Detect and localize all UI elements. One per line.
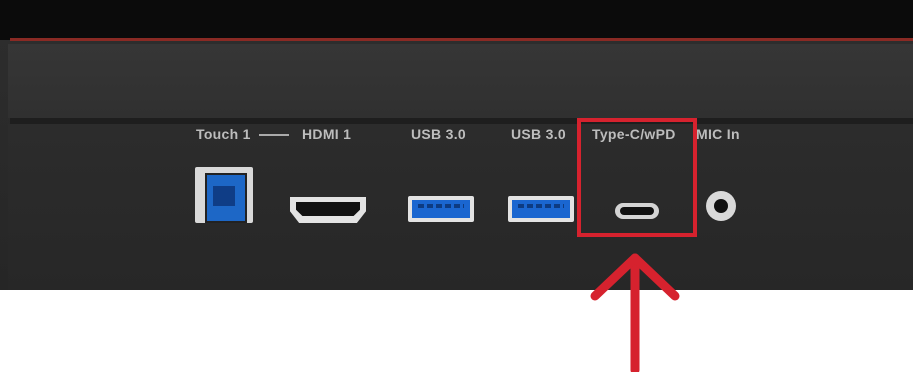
usb-label-1: USB 3.0: [411, 126, 467, 142]
usb-a-pins: [518, 204, 564, 208]
usb-a-port-inner: [412, 200, 470, 218]
hdmi-port-inner: [296, 202, 360, 216]
arrow-up-icon: [590, 253, 680, 372]
typec-highlight-box: [577, 118, 697, 237]
label-dash: [259, 134, 289, 136]
mic-label: MIC In: [696, 126, 740, 142]
panel-top-edge: [0, 0, 913, 40]
usb-label-2: USB 3.0: [511, 126, 567, 142]
mic-jack-inner: [714, 199, 728, 213]
touch-label: Touch 1: [196, 126, 251, 142]
hdmi-label: HDMI 1: [302, 126, 352, 142]
panel-band: [8, 44, 913, 118]
red-accent-strip: [10, 38, 913, 41]
usb-b-port-core: [213, 186, 235, 206]
usb-a-port-inner: [512, 200, 570, 218]
usb-a-pins: [418, 204, 464, 208]
